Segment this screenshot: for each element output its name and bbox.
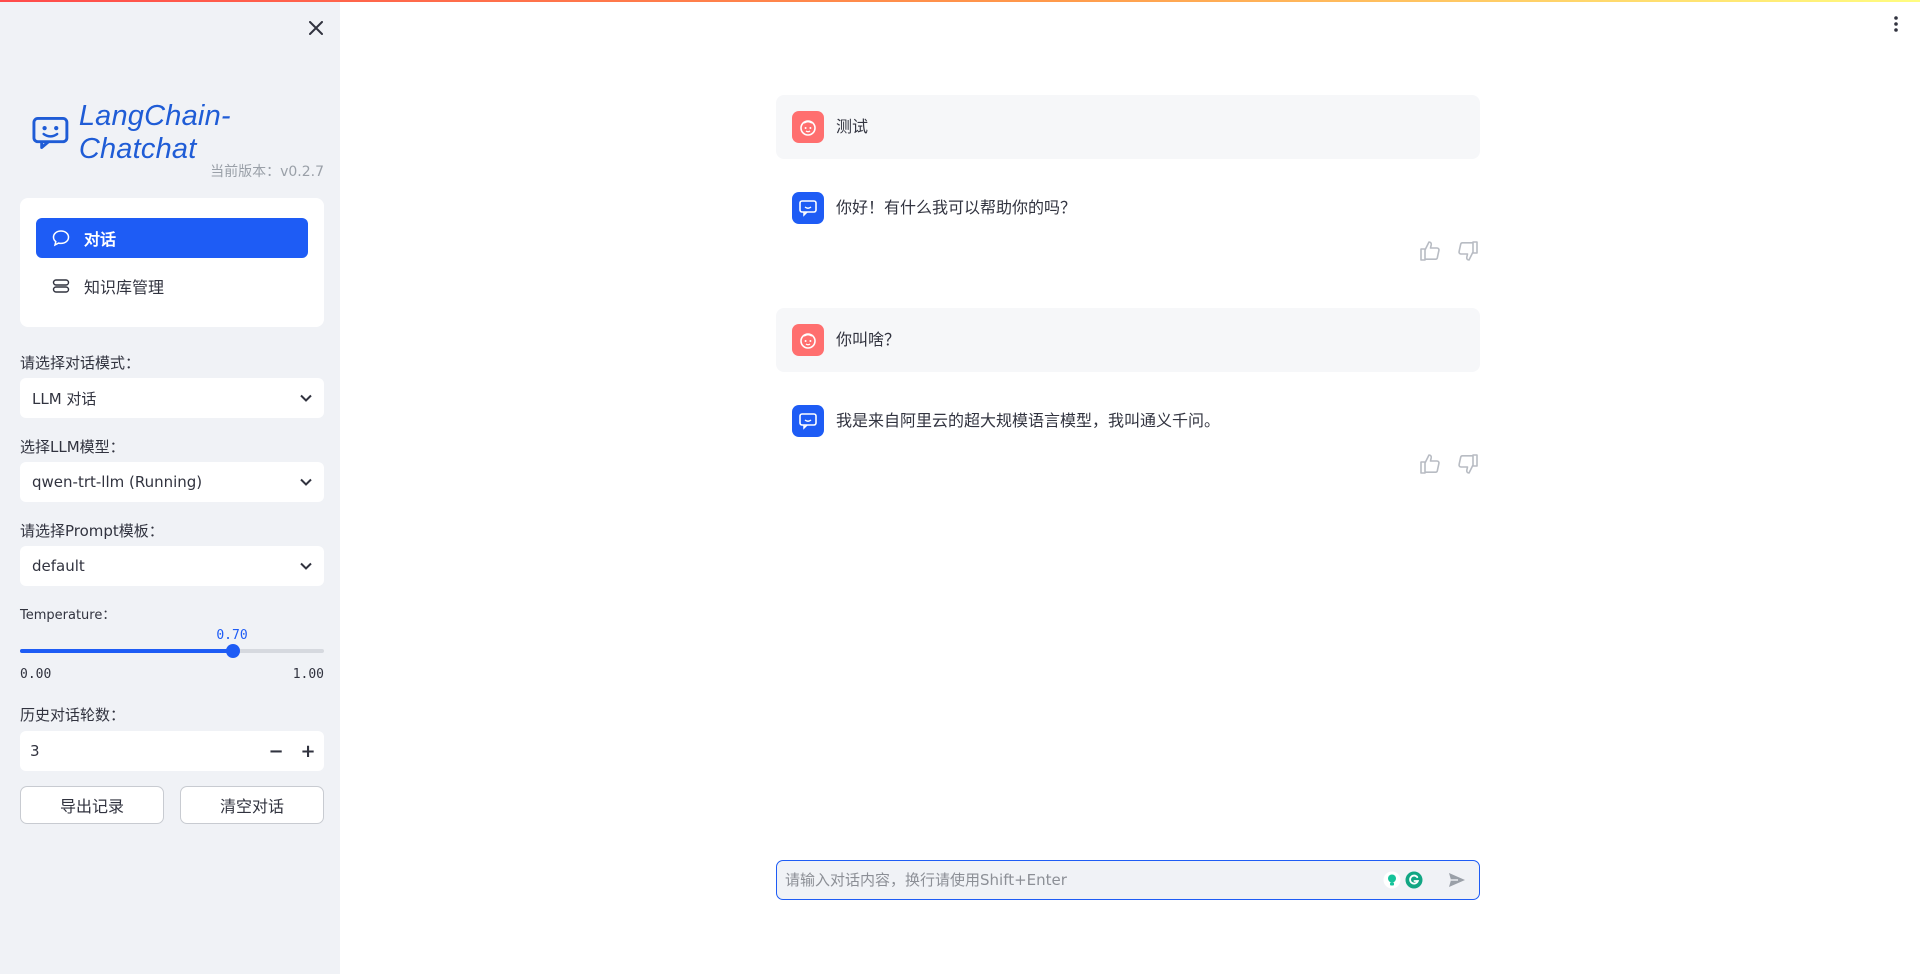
grammarly-icon[interactable] <box>1405 871 1423 889</box>
increment-button[interactable]: + <box>292 731 324 771</box>
temperature-max: 1.00 <box>292 667 324 682</box>
chat-input-box <box>776 860 1480 900</box>
temperature-value: 0.70 <box>216 628 248 643</box>
thumbs-down-icon <box>1458 454 1478 474</box>
prompt-select-value: default <box>32 557 85 575</box>
model-select-value: qwen-trt-llm (Running) <box>32 473 203 491</box>
close-icon <box>309 21 323 35</box>
bot-chat-icon <box>799 200 817 217</box>
temperature-slider-thumb[interactable] <box>225 644 240 658</box>
feedback-buttons <box>1417 238 1481 264</box>
close-sidebar-button[interactable] <box>302 14 330 42</box>
mode-select-value: LLM 对话 <box>32 389 97 408</box>
message-text: 你叫啥？ <box>836 330 901 349</box>
temperature-min: 0.00 <box>20 667 52 682</box>
thumbs-up-button[interactable] <box>1417 238 1443 264</box>
nav-item-chat[interactable]: 对话 <box>36 218 308 258</box>
message-text: 我是来自阿里云的超大规模语言模型，我叫通义千问。 <box>836 411 1221 430</box>
assistant-message: 你好！有什么我可以帮助你的吗？ <box>776 176 1480 228</box>
sidebar: LangChain-Chatchat 当前版本：v0.2.7 对话 知识库管理 … <box>0 0 340 974</box>
assistant-avatar <box>792 192 824 224</box>
decrement-button[interactable]: − <box>260 731 292 771</box>
chat-bubble-icon <box>52 228 72 248</box>
temperature-label: Temperature： <box>20 608 116 623</box>
model-label: 选择LLM模型： <box>20 438 125 456</box>
nav-item-label: 知识库管理 <box>84 278 165 297</box>
assistant-message: 我是来自阿里云的超大规模语言模型，我叫通义千问。 <box>776 389 1480 441</box>
thumbs-up-button[interactable] <box>1417 451 1443 477</box>
user-message: 测试 <box>776 95 1480 159</box>
prompt-select[interactable]: default <box>20 546 324 586</box>
main-menu-button[interactable] <box>1886 14 1906 34</box>
app-logo: LangChain-Chatchat <box>32 100 340 166</box>
nav-item-knowledge-base[interactable]: 知识库管理 <box>36 266 308 306</box>
user-message: 你叫啥？ <box>776 308 1480 372</box>
more-vertical-icon <box>1894 16 1898 32</box>
extension-icons <box>1383 871 1423 889</box>
history-input[interactable]: 3 <box>20 742 260 760</box>
chevron-down-icon <box>300 394 312 402</box>
chevron-down-icon <box>300 562 312 570</box>
temperature-slider[interactable] <box>20 644 324 658</box>
user-face-icon <box>800 120 816 136</box>
message-text: 测试 <box>836 117 869 136</box>
message-text: 你好！有什么我可以帮助你的吗？ <box>836 198 1077 217</box>
chat-area: 测试 你好！有什么我可以帮助你的吗？ 你叫啥？ 我是来自阿里云的超大规模语言模型… <box>340 0 1920 974</box>
nav-item-label: 对话 <box>84 230 117 249</box>
version-label: 当前版本：v0.2.7 <box>210 164 324 180</box>
user-avatar <box>792 111 824 143</box>
user-avatar <box>792 324 824 356</box>
send-icon <box>1449 873 1465 887</box>
history-stepper: 3 − + <box>20 731 324 771</box>
thumbs-down-button[interactable] <box>1455 451 1481 477</box>
thumbs-down-button[interactable] <box>1455 238 1481 264</box>
history-label: 历史对话轮数： <box>20 706 126 724</box>
temperature-slider-fill <box>20 649 233 653</box>
thumbs-up-icon <box>1420 241 1440 261</box>
app-name: LangChain-Chatchat <box>78 100 231 165</box>
export-button[interactable]: 导出记录 <box>20 786 164 824</box>
mode-label: 请选择对话模式： <box>20 354 141 372</box>
app-window: LangChain-Chatchat 当前版本：v0.2.7 对话 知识库管理 … <box>0 0 1920 974</box>
send-button[interactable] <box>1441 864 1473 896</box>
chat-logo-icon <box>32 117 69 149</box>
thumbs-down-icon <box>1458 241 1478 261</box>
prompt-label: 请选择Prompt模板： <box>20 522 164 540</box>
mode-select[interactable]: LLM 对话 <box>20 378 324 418</box>
user-face-icon <box>800 333 816 349</box>
thumbs-up-icon <box>1420 454 1440 474</box>
model-select[interactable]: qwen-trt-llm (Running) <box>20 462 324 502</box>
feedback-buttons <box>1417 451 1481 477</box>
clear-chat-button[interactable]: 清空对话 <box>180 786 324 824</box>
bot-chat-icon <box>799 413 817 430</box>
top-decoration-bar <box>0 0 1920 2</box>
lightbulb-icon[interactable] <box>1383 871 1401 889</box>
assistant-avatar <box>792 405 824 437</box>
chevron-down-icon <box>300 478 312 486</box>
database-icon <box>52 276 72 296</box>
chat-input[interactable] <box>777 861 1383 899</box>
nav-menu: 对话 知识库管理 <box>20 198 324 327</box>
